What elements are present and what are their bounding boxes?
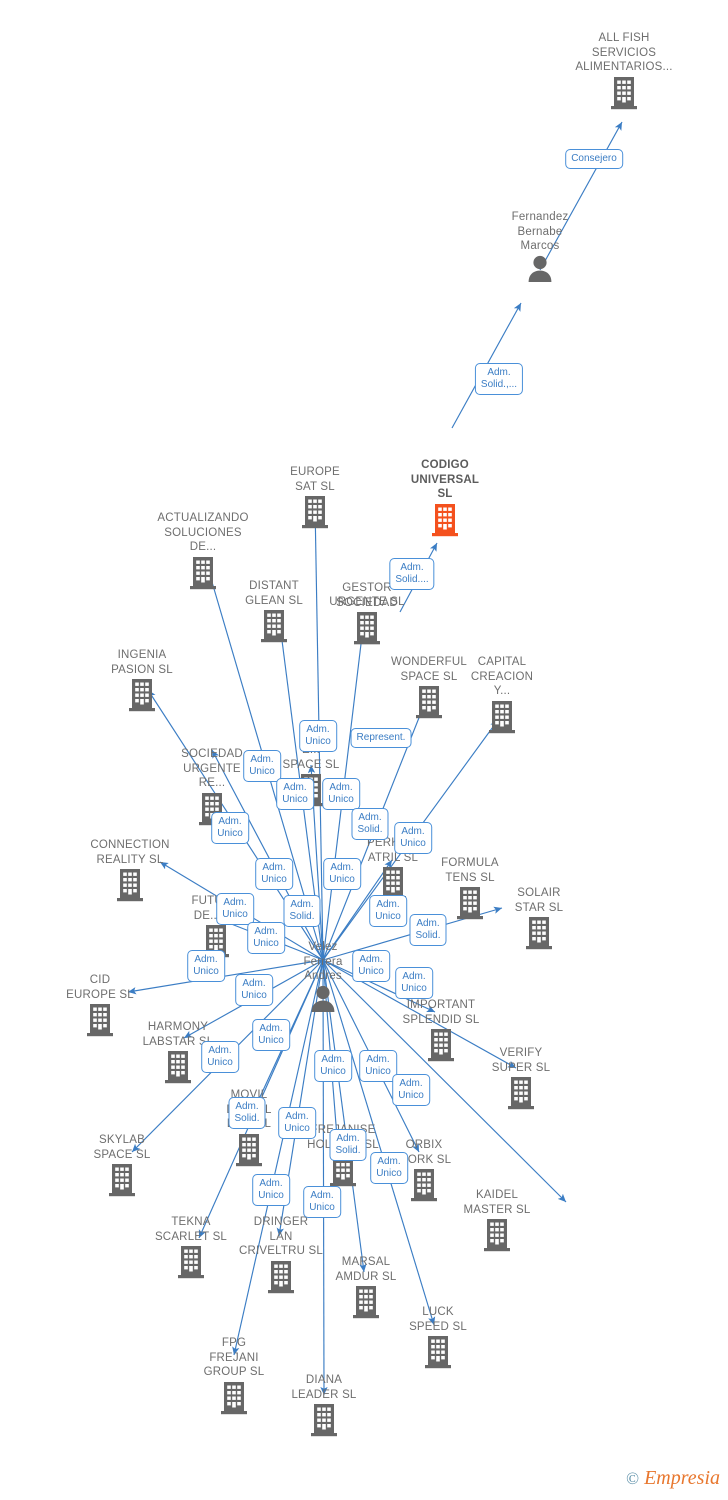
edge-label-el-a20[interactable]: Adm. Unico bbox=[392, 1074, 430, 1106]
node-label: SKYLAB SPACE SL bbox=[93, 1134, 151, 1161]
node-label: Fernandez Bernabe Marcos bbox=[511, 211, 569, 252]
graph-node-ingenia[interactable]: INGENIA PASION SL bbox=[82, 648, 202, 712]
building-icon bbox=[307, 611, 427, 645]
graph-node-urgente[interactable]: URGENTE SL bbox=[307, 595, 427, 645]
graph-node-actualizando[interactable]: ACTUALIZANDO SOLUCIONES DE... bbox=[143, 511, 263, 590]
edge-label-el-s5[interactable]: Adm. Solid. bbox=[329, 1129, 367, 1161]
edge-label-el-a12[interactable]: Adm. Unico bbox=[187, 950, 225, 982]
node-label: VERIFY SUPER SL bbox=[491, 1047, 551, 1074]
edge-label-el-s3[interactable]: Adm. Solid. bbox=[409, 914, 447, 946]
edge-label-el-a22[interactable]: Adm. Unico bbox=[370, 1152, 408, 1184]
network-diagram-canvas[interactable]: ALL FISH SERVICIOS ALIMENTARIOS... Ferna… bbox=[0, 0, 728, 1500]
graph-node-skylab[interactable]: SKYLAB SPACE SL bbox=[62, 1133, 182, 1197]
edge-label-el-a19[interactable]: Adm. Unico bbox=[359, 1050, 397, 1082]
brand-name: Empresia bbox=[644, 1467, 720, 1489]
edge-label-el-a13[interactable]: Adm. Unico bbox=[352, 950, 390, 982]
edge-label-el-cod-ges[interactable]: Adm. Solid.... bbox=[389, 558, 435, 590]
edge-label-el-a11[interactable]: Adm. Unico bbox=[247, 922, 285, 954]
node-label: FORMULA TENS SL bbox=[441, 857, 499, 884]
building-icon bbox=[264, 1403, 384, 1437]
edge-label-el-a23[interactable]: Adm. Unico bbox=[252, 1174, 290, 1206]
edge-label-el-a14[interactable]: Adm. Unico bbox=[235, 974, 273, 1006]
building-icon bbox=[82, 678, 202, 712]
building-icon bbox=[437, 1218, 557, 1252]
person-icon bbox=[480, 255, 600, 283]
node-label: EUROPE SAT SL bbox=[290, 466, 340, 493]
node-label: CODIGO UNIVERSAL SL bbox=[410, 459, 480, 500]
edge-label-el-a4[interactable]: Adm. Unico bbox=[322, 778, 360, 810]
edge-label-el-a21[interactable]: Adm. Unico bbox=[278, 1107, 316, 1139]
edge-label-el-a16[interactable]: Adm. Unico bbox=[252, 1019, 290, 1051]
graph-node-connection[interactable]: CONNECTION REALITY SL bbox=[70, 838, 190, 902]
graph-node-kaidel[interactable]: KAIDEL MASTER SL bbox=[437, 1188, 557, 1252]
edge-label-el-a7[interactable]: Adm. Unico bbox=[255, 858, 293, 890]
node-label: CID EUROPE SL bbox=[66, 974, 134, 1001]
graph-node-verify[interactable]: VERIFY SUPER SL bbox=[461, 1046, 581, 1110]
building-icon bbox=[564, 76, 684, 110]
node-label: CAPITAL CREACION Y... bbox=[470, 656, 534, 697]
copyright-symbol: © bbox=[626, 1468, 640, 1488]
edge-label-el-s2[interactable]: Adm. Solid. bbox=[283, 895, 321, 927]
edge-label-el-consejero[interactable]: Consejero bbox=[565, 149, 623, 169]
edge-label-el-fern-cod[interactable]: Adm. Solid.,... bbox=[474, 363, 524, 395]
graph-node-allfish[interactable]: ALL FISH SERVICIOS ALIMENTARIOS... bbox=[564, 31, 684, 110]
node-label: MARSAL AMDUR SL bbox=[335, 1256, 397, 1283]
graph-node-codigo[interactable]: CODIGO UNIVERSAL SL bbox=[385, 458, 505, 537]
building-icon bbox=[461, 1076, 581, 1110]
node-label: URGENTE SL bbox=[329, 596, 405, 608]
graph-node-europesat[interactable]: EUROPE SAT SL bbox=[255, 465, 375, 529]
edge-label-el-repr[interactable]: Represent. bbox=[350, 728, 412, 748]
node-label: KAIDEL MASTER SL bbox=[463, 1189, 531, 1216]
edge-label-el-a2[interactable]: Adm. Unico bbox=[243, 750, 281, 782]
node-label: DRINGER LAN CRIVELTRU SL bbox=[239, 1216, 323, 1257]
graph-node-capital[interactable]: CAPITAL CREACION Y... bbox=[442, 655, 562, 734]
edge-label-el-a24[interactable]: Adm. Unico bbox=[303, 1186, 341, 1218]
edge-label-el-a18[interactable]: Adm. Unico bbox=[314, 1050, 352, 1082]
edge-label-el-a5[interactable]: Adm. Unico bbox=[211, 812, 249, 844]
building-icon bbox=[378, 1335, 498, 1369]
edge-label-el-a10[interactable]: Adm. Unico bbox=[369, 895, 407, 927]
edge-label-el-s4[interactable]: Adm. Solid. bbox=[228, 1097, 266, 1129]
node-label: CONNECTION REALITY SL bbox=[90, 839, 170, 866]
empresia-watermark: © Empresia bbox=[626, 1467, 720, 1490]
graph-node-luck[interactable]: LUCK SPEED SL bbox=[378, 1305, 498, 1369]
edge-label-el-a6[interactable]: Adm. Unico bbox=[394, 822, 432, 854]
node-label: ACTUALIZANDO SOLUCIONES DE... bbox=[157, 512, 249, 553]
building-icon bbox=[62, 1163, 182, 1197]
node-label: SOLAIR STAR SL bbox=[514, 887, 564, 914]
node-label: DIANA LEADER SL bbox=[291, 1374, 357, 1401]
graph-node-diana[interactable]: DIANA LEADER SL bbox=[264, 1373, 384, 1437]
edge-label-el-a8[interactable]: Adm. Unico bbox=[323, 858, 361, 890]
graph-node-fernandez[interactable]: Fernandez Bernabe Marcos bbox=[480, 208, 600, 283]
edge-label-el-s1[interactable]: Adm. Solid. bbox=[351, 808, 389, 840]
building-icon bbox=[255, 495, 375, 529]
building-icon bbox=[385, 503, 505, 537]
node-label: IMPORTANT SPLENDID SL bbox=[402, 999, 480, 1026]
edge-label-el-a3[interactable]: Adm. Unico bbox=[276, 778, 314, 810]
building-icon bbox=[442, 700, 562, 734]
node-label: ALL FISH SERVICIOS ALIMENTARIOS... bbox=[575, 32, 673, 73]
building-icon bbox=[479, 916, 599, 950]
edge-label-el-a15[interactable]: Adm. Unico bbox=[395, 967, 433, 999]
edge-label-el-a17[interactable]: Adm. Unico bbox=[201, 1041, 239, 1073]
graph-node-solair[interactable]: SOLAIR STAR SL bbox=[479, 886, 599, 950]
node-label: INGENIA PASION SL bbox=[111, 649, 173, 676]
edge-label-el-a9[interactable]: Adm. Unico bbox=[216, 893, 254, 925]
person-icon bbox=[263, 985, 383, 1013]
node-label: LUCK SPEED SL bbox=[409, 1306, 467, 1333]
edge-label-el-a1[interactable]: Adm. Unico bbox=[299, 720, 337, 752]
